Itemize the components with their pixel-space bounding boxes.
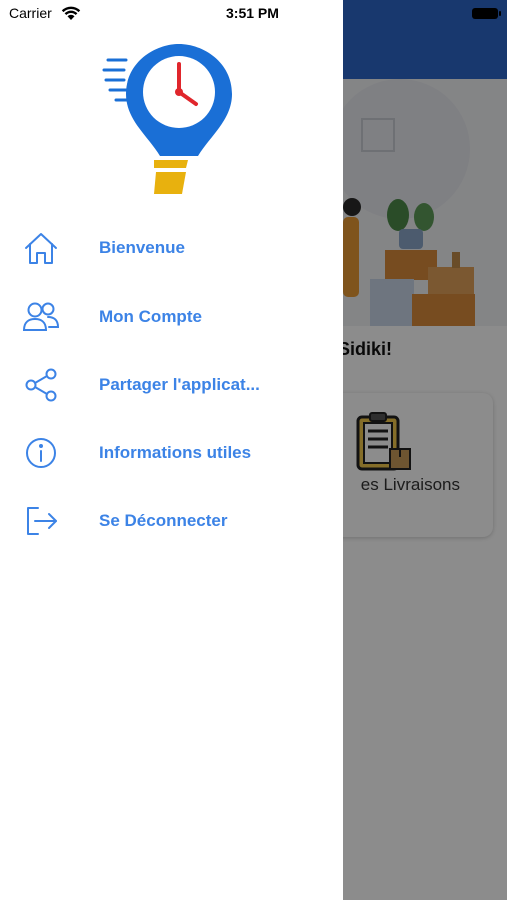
menu-item-deconnecter[interactable]: Se Déconnecter: [0, 491, 343, 551]
menu-item-partager[interactable]: Partager l'applicat...: [0, 355, 343, 415]
menu-item-label: Se Déconnecter: [99, 511, 228, 530]
status-bar: Carrier 3:51 PM: [0, 0, 507, 28]
menu-item-informations[interactable]: Informations utiles: [0, 423, 343, 483]
info-icon: [22, 434, 60, 472]
navigation-drawer: Bienvenue Mon Compte Partager l'applicat…: [0, 0, 343, 900]
menu-item-label: Informations utiles: [99, 443, 252, 462]
menu-item-label: Mon Compte: [99, 307, 202, 326]
wifi-icon: [61, 6, 81, 20]
home-icon: [22, 229, 60, 267]
logout-icon: [22, 502, 60, 540]
share-icon: [22, 366, 60, 404]
menu-item-label: Partager l'applicat...: [99, 375, 260, 394]
status-time: 3:51 PM: [226, 5, 279, 21]
menu-item-mon-compte[interactable]: Mon Compte: [0, 287, 343, 347]
users-icon: [22, 298, 60, 336]
carrier-label: Carrier: [9, 5, 52, 21]
battery-icon: [472, 8, 501, 19]
menu-item-label: Bienvenue: [99, 238, 185, 257]
app-logo: [102, 44, 232, 194]
menu-item-bienvenue[interactable]: Bienvenue: [0, 218, 343, 278]
